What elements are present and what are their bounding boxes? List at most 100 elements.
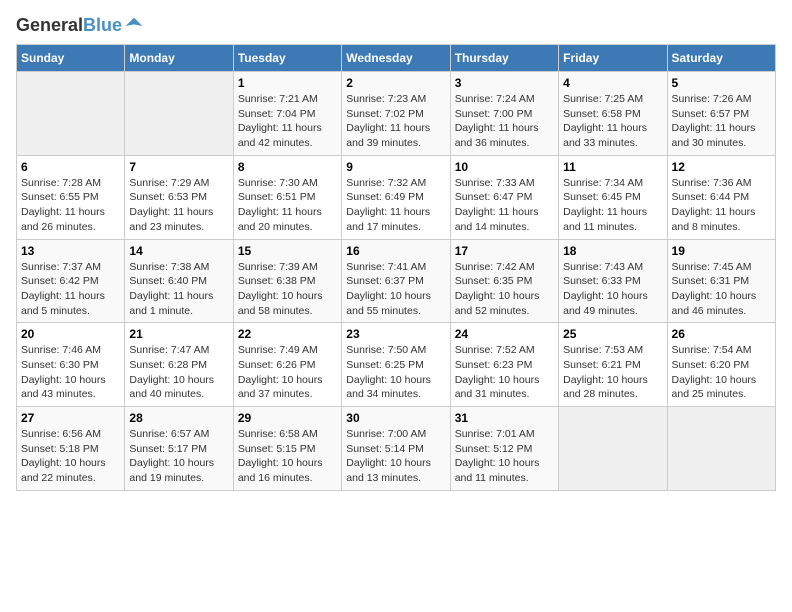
calendar-cell: 16 Sunrise: 7:41 AM Sunset: 6:37 PM Dayli… xyxy=(342,239,450,323)
calendar-cell: 20 Sunrise: 7:46 AM Sunset: 6:30 PM Dayli… xyxy=(17,323,125,407)
day-number: 10 xyxy=(455,160,554,174)
day-info: Sunrise: 7:46 AM Sunset: 6:30 PM Dayligh… xyxy=(21,343,120,402)
logo-text: GeneralBlue xyxy=(16,16,122,36)
day-info: Sunrise: 7:36 AM Sunset: 6:44 PM Dayligh… xyxy=(672,176,771,235)
day-number: 24 xyxy=(455,327,554,341)
calendar-cell: 11 Sunrise: 7:34 AM Sunset: 6:45 PM Dayli… xyxy=(559,155,667,239)
day-number: 25 xyxy=(563,327,662,341)
calendar-cell xyxy=(559,407,667,491)
calendar-cell: 31 Sunrise: 7:01 AM Sunset: 5:12 PM Dayli… xyxy=(450,407,558,491)
day-info: Sunrise: 7:47 AM Sunset: 6:28 PM Dayligh… xyxy=(129,343,228,402)
calendar-cell: 29Sunrise: 6:58 AM Sunset: 5:15 PM Dayli… xyxy=(233,407,341,491)
calendar-cell: 9 Sunrise: 7:32 AM Sunset: 6:49 PM Daylig… xyxy=(342,155,450,239)
calendar-cell: 30 Sunrise: 7:00 AM Sunset: 5:14 PM Dayli… xyxy=(342,407,450,491)
calendar-cell: 5 Sunrise: 7:26 AM Sunset: 6:57 PM Daylig… xyxy=(667,72,775,156)
day-number: 6 xyxy=(21,160,120,174)
day-number: 15 xyxy=(238,244,337,258)
day-info: Sunrise: 6:58 AM Sunset: 5:15 PM Dayligh… xyxy=(238,427,337,486)
day-info: Sunrise: 7:24 AM Sunset: 7:00 PM Dayligh… xyxy=(455,92,554,151)
day-info: Sunrise: 7:01 AM Sunset: 5:12 PM Dayligh… xyxy=(455,427,554,486)
calendar-cell xyxy=(17,72,125,156)
day-info: Sunrise: 7:33 AM Sunset: 6:47 PM Dayligh… xyxy=(455,176,554,235)
day-info: Sunrise: 7:52 AM Sunset: 6:23 PM Dayligh… xyxy=(455,343,554,402)
day-number: 11 xyxy=(563,160,662,174)
calendar-cell: 6 Sunrise: 7:28 AM Sunset: 6:55 PM Daylig… xyxy=(17,155,125,239)
calendar-cell: 7 Sunrise: 7:29 AM Sunset: 6:53 PM Daylig… xyxy=(125,155,233,239)
day-number: 9 xyxy=(346,160,445,174)
day-number: 3 xyxy=(455,76,554,90)
day-info: Sunrise: 7:23 AM Sunset: 7:02 PM Dayligh… xyxy=(346,92,445,151)
calendar-cell: 3 Sunrise: 7:24 AM Sunset: 7:00 PM Daylig… xyxy=(450,72,558,156)
calendar-table: SundayMondayTuesdayWednesdayThursdayFrid… xyxy=(16,44,776,491)
calendar-cell: 27 Sunrise: 6:56 AM Sunset: 5:18 PM Dayli… xyxy=(17,407,125,491)
day-info: Sunrise: 7:50 AM Sunset: 6:25 PM Dayligh… xyxy=(346,343,445,402)
day-number: 27 xyxy=(21,411,120,425)
day-number: 8 xyxy=(238,160,337,174)
day-info: Sunrise: 7:25 AM Sunset: 6:58 PM Dayligh… xyxy=(563,92,662,151)
calendar-cell xyxy=(125,72,233,156)
day-number: 17 xyxy=(455,244,554,258)
day-number: 21 xyxy=(129,327,228,341)
day-number: 12 xyxy=(672,160,771,174)
day-number: 14 xyxy=(129,244,228,258)
calendar-cell: 28 Sunrise: 6:57 AM Sunset: 5:17 PM Dayli… xyxy=(125,407,233,491)
day-info: Sunrise: 7:49 AM Sunset: 6:26 PM Dayligh… xyxy=(238,343,337,402)
column-header-saturday: Saturday xyxy=(667,45,775,72)
day-number: 18 xyxy=(563,244,662,258)
day-info: Sunrise: 6:56 AM Sunset: 5:18 PM Dayligh… xyxy=(21,427,120,486)
day-number: 19 xyxy=(672,244,771,258)
day-info: Sunrise: 7:29 AM Sunset: 6:53 PM Dayligh… xyxy=(129,176,228,235)
day-info: Sunrise: 7:43 AM Sunset: 6:33 PM Dayligh… xyxy=(563,260,662,319)
day-number: 4 xyxy=(563,76,662,90)
day-number: 31 xyxy=(455,411,554,425)
calendar-cell: 10 Sunrise: 7:33 AM Sunset: 6:47 PM Dayli… xyxy=(450,155,558,239)
day-info: Sunrise: 7:41 AM Sunset: 6:37 PM Dayligh… xyxy=(346,260,445,319)
day-info: Sunrise: 7:26 AM Sunset: 6:57 PM Dayligh… xyxy=(672,92,771,151)
logo: GeneralBlue xyxy=(16,16,144,36)
calendar-week-row: 13Sunrise: 7:37 AM Sunset: 6:42 PM Dayli… xyxy=(17,239,776,323)
calendar-week-row: 6 Sunrise: 7:28 AM Sunset: 6:55 PM Daylig… xyxy=(17,155,776,239)
day-info: Sunrise: 7:32 AM Sunset: 6:49 PM Dayligh… xyxy=(346,176,445,235)
calendar-header-row: SundayMondayTuesdayWednesdayThursdayFrid… xyxy=(17,45,776,72)
day-info: Sunrise: 7:39 AM Sunset: 6:38 PM Dayligh… xyxy=(238,260,337,319)
day-number: 20 xyxy=(21,327,120,341)
day-number: 13 xyxy=(21,244,120,258)
column-header-thursday: Thursday xyxy=(450,45,558,72)
day-number: 7 xyxy=(129,160,228,174)
day-number: 26 xyxy=(672,327,771,341)
column-header-monday: Monday xyxy=(125,45,233,72)
calendar-cell: 23 Sunrise: 7:50 AM Sunset: 6:25 PM Dayli… xyxy=(342,323,450,407)
calendar-cell: 22 Sunrise: 7:49 AM Sunset: 6:26 PM Dayli… xyxy=(233,323,341,407)
calendar-cell: 1 Sunrise: 7:21 AM Sunset: 7:04 PM Daylig… xyxy=(233,72,341,156)
calendar-cell: 8Sunrise: 7:30 AM Sunset: 6:51 PM Daylig… xyxy=(233,155,341,239)
day-info: Sunrise: 7:21 AM Sunset: 7:04 PM Dayligh… xyxy=(238,92,337,151)
calendar-cell: 13Sunrise: 7:37 AM Sunset: 6:42 PM Dayli… xyxy=(17,239,125,323)
day-info: Sunrise: 7:38 AM Sunset: 6:40 PM Dayligh… xyxy=(129,260,228,319)
calendar-cell: 12 Sunrise: 7:36 AM Sunset: 6:44 PM Dayli… xyxy=(667,155,775,239)
calendar-week-row: 27 Sunrise: 6:56 AM Sunset: 5:18 PM Dayli… xyxy=(17,407,776,491)
day-number: 30 xyxy=(346,411,445,425)
calendar-week-row: 20 Sunrise: 7:46 AM Sunset: 6:30 PM Dayli… xyxy=(17,323,776,407)
day-info: Sunrise: 6:57 AM Sunset: 5:17 PM Dayligh… xyxy=(129,427,228,486)
day-info: Sunrise: 7:00 AM Sunset: 5:14 PM Dayligh… xyxy=(346,427,445,486)
day-number: 22 xyxy=(238,327,337,341)
calendar-cell: 25 Sunrise: 7:53 AM Sunset: 6:21 PM Dayli… xyxy=(559,323,667,407)
day-info: Sunrise: 7:34 AM Sunset: 6:45 PM Dayligh… xyxy=(563,176,662,235)
day-info: Sunrise: 7:53 AM Sunset: 6:21 PM Dayligh… xyxy=(563,343,662,402)
calendar-cell: 21 Sunrise: 7:47 AM Sunset: 6:28 PM Dayli… xyxy=(125,323,233,407)
calendar-body: 1 Sunrise: 7:21 AM Sunset: 7:04 PM Daylig… xyxy=(17,72,776,491)
column-header-sunday: Sunday xyxy=(17,45,125,72)
day-number: 23 xyxy=(346,327,445,341)
calendar-cell: 19Sunrise: 7:45 AM Sunset: 6:31 PM Dayli… xyxy=(667,239,775,323)
day-number: 16 xyxy=(346,244,445,258)
calendar-cell: 24 Sunrise: 7:52 AM Sunset: 6:23 PM Dayli… xyxy=(450,323,558,407)
day-number: 1 xyxy=(238,76,337,90)
calendar-cell: 14 Sunrise: 7:38 AM Sunset: 6:40 PM Dayli… xyxy=(125,239,233,323)
day-number: 5 xyxy=(672,76,771,90)
column-header-friday: Friday xyxy=(559,45,667,72)
calendar-cell: 26Sunrise: 7:54 AM Sunset: 6:20 PM Dayli… xyxy=(667,323,775,407)
day-info: Sunrise: 7:28 AM Sunset: 6:55 PM Dayligh… xyxy=(21,176,120,235)
day-info: Sunrise: 7:42 AM Sunset: 6:35 PM Dayligh… xyxy=(455,260,554,319)
day-number: 28 xyxy=(129,411,228,425)
logo-icon xyxy=(124,16,144,36)
